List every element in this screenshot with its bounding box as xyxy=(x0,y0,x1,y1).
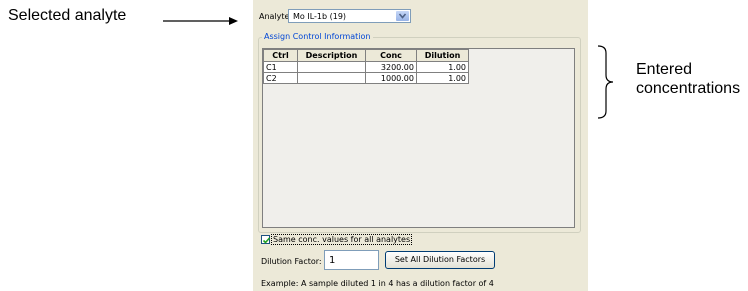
cell-description[interactable] xyxy=(297,72,366,84)
cell-description[interactable] xyxy=(297,61,366,73)
annotation-entered-concentrations: Entered concentrations xyxy=(636,60,740,98)
annotation-selected-analyte: Selected analyte xyxy=(8,7,127,24)
header-description[interactable]: Description xyxy=(297,49,366,62)
dilution-factor-value: 1 xyxy=(329,255,336,266)
example-text: Example: A sample diluted 1 in 4 has a d… xyxy=(261,279,494,288)
cell-dilution[interactable]: 1.00 xyxy=(416,61,469,73)
set-all-dilution-factors-button[interactable]: Set All Dilution Factors xyxy=(385,251,495,269)
cell-conc[interactable]: 1000.00 xyxy=(365,72,417,84)
dilution-factor-input[interactable]: 1 xyxy=(324,250,379,270)
checkmark-icon xyxy=(262,237,271,244)
table-row[interactable]: C2 1000.00 1.00 xyxy=(263,72,469,84)
table-header-row: Ctrl Description Conc Dilution xyxy=(263,49,469,62)
same-values-checkbox[interactable] xyxy=(261,235,271,244)
annotation-line-concentrations: concentrations xyxy=(636,80,741,97)
cell-dilution[interactable]: 1.00 xyxy=(416,72,469,84)
cell-ctrl[interactable]: C1 xyxy=(263,61,298,73)
annotation-line-entered: Entered xyxy=(636,61,693,78)
analyte-selected-value: Mo IL-1b (19) xyxy=(293,12,347,21)
group-title: Assign Control Information xyxy=(262,32,373,41)
header-dilution[interactable]: Dilution xyxy=(416,49,469,62)
arrow-icon xyxy=(163,17,238,25)
chevron-down-icon xyxy=(399,13,406,19)
header-ctrl[interactable]: Ctrl xyxy=(263,49,298,62)
same-values-label[interactable]: Same conc. values for all analytes xyxy=(271,234,413,245)
analyte-dropdown[interactable]: Mo IL-1b (19) xyxy=(288,9,411,23)
table-row[interactable]: C1 3200.00 1.00 xyxy=(263,61,469,73)
control-table: Ctrl Description Conc Dilution C1 3200.0… xyxy=(263,49,469,84)
curly-brace-icon xyxy=(597,45,614,119)
control-grid[interactable]: Ctrl Description Conc Dilution C1 3200.0… xyxy=(262,48,575,228)
assign-control-dialog: Analyte: Mo IL-1b (19) Assign Control In… xyxy=(253,0,588,291)
cell-conc[interactable]: 3200.00 xyxy=(365,61,417,73)
dropdown-button[interactable] xyxy=(396,11,409,21)
header-conc[interactable]: Conc xyxy=(365,49,417,62)
dilution-factor-label: Dilution Factor: xyxy=(261,257,322,266)
cell-ctrl[interactable]: C2 xyxy=(263,72,298,84)
